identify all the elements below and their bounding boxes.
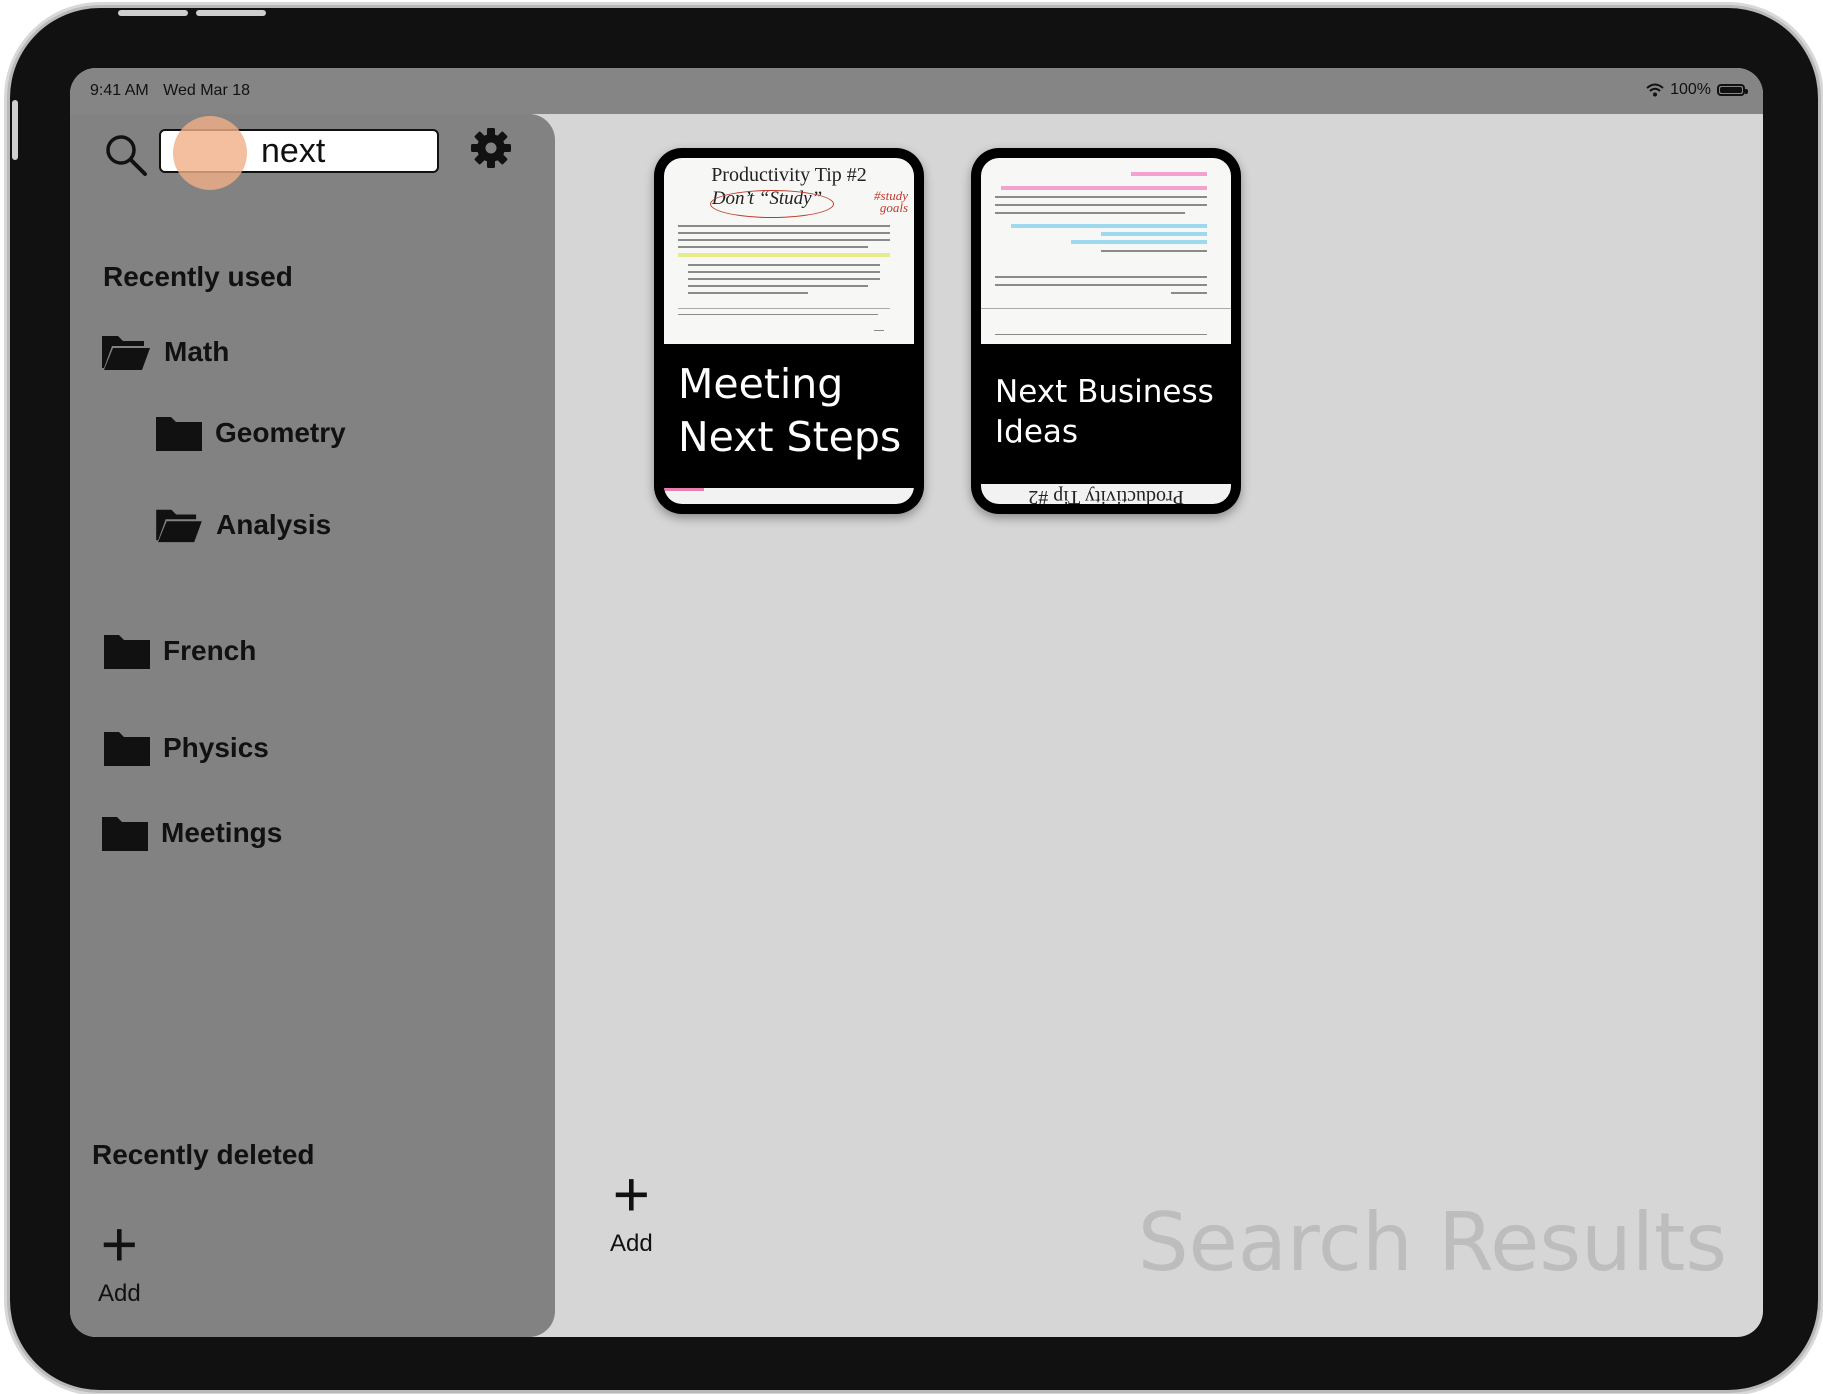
- folder-icon: [104, 635, 150, 669]
- add-folder-label: Add: [98, 1280, 141, 1307]
- wifi-icon: [1646, 83, 1664, 97]
- recently-used-heading: Recently used: [103, 261, 293, 292]
- volume-button: [196, 10, 266, 16]
- note-title: Next Business Ideas: [995, 374, 1214, 451]
- search-field[interactable]: [159, 129, 439, 173]
- volume-button: [118, 10, 188, 16]
- strip-text: Productivity Tip #2: [1028, 486, 1184, 504]
- folder-label: Math: [164, 336, 230, 367]
- folder-label: Meetings: [161, 817, 283, 848]
- plus-icon: +: [612, 1158, 651, 1230]
- add-note-label: Add: [610, 1230, 653, 1257]
- thumb-title: Productivity Tip #2: [711, 164, 867, 186]
- battery-percent: 100%: [1670, 81, 1711, 98]
- add-folder-button[interactable]: + Add: [98, 1208, 141, 1308]
- folder-math[interactable]: Math: [100, 332, 229, 372]
- folder-geometry[interactable]: Geometry: [155, 414, 346, 452]
- status-date: Wed Mar 18: [163, 82, 251, 99]
- add-note-button[interactable]: + Add: [610, 1158, 653, 1258]
- sidebar: Recently used Math Geometry Analysis: [70, 114, 555, 1337]
- note-page-strip: [664, 488, 914, 504]
- folder-physics[interactable]: Physics: [103, 729, 269, 767]
- status-time: 9:41 AM: [90, 82, 149, 99]
- circle-annotation: [710, 190, 834, 218]
- note-page-strip: Productivity Tip #2: [981, 484, 1231, 504]
- folder-label: Physics: [163, 732, 269, 763]
- thumb-note: #study goals: [874, 188, 908, 216]
- folder-meetings[interactable]: Meetings: [101, 814, 282, 852]
- recently-deleted-heading[interactable]: Recently deleted: [92, 1139, 315, 1171]
- search-icon[interactable]: [103, 132, 149, 178]
- folder-icon: [102, 817, 148, 851]
- gear-icon[interactable]: [470, 127, 512, 169]
- folder-label: French: [163, 635, 257, 666]
- plus-icon: +: [100, 1208, 139, 1280]
- search-input[interactable]: [261, 133, 431, 169]
- battery-icon: [1717, 84, 1748, 96]
- folder-label: Geometry: [215, 417, 346, 448]
- status-bar: 9:41 AM Wed Mar 18 100%: [70, 68, 1763, 114]
- note-card-meeting-next-steps[interactable]: Productivity Tip #2 Don’t “Study” #study…: [654, 148, 924, 514]
- folder-french[interactable]: French: [103, 632, 256, 670]
- folder-icon: [156, 417, 202, 451]
- note-thumbnail: Productivity Tip #2 Don’t “Study” #study…: [664, 158, 914, 344]
- note-title: Meeting Next Steps: [678, 360, 902, 462]
- note-thumbnail: [981, 158, 1231, 344]
- side-button: [12, 100, 18, 160]
- folder-open-icon: [156, 509, 202, 543]
- note-card-next-business-ideas[interactable]: Next Business Ideas Productivity Tip #2: [971, 148, 1241, 514]
- folder-label: Analysis: [216, 509, 332, 540]
- screen: 9:41 AM Wed Mar 18 100% next Recently us…: [70, 68, 1763, 1337]
- folder-icon: [104, 732, 150, 766]
- search-results-label: Search Results: [1137, 1196, 1727, 1289]
- folder-open-icon: [102, 336, 150, 370]
- folder-analysis[interactable]: Analysis: [154, 506, 331, 544]
